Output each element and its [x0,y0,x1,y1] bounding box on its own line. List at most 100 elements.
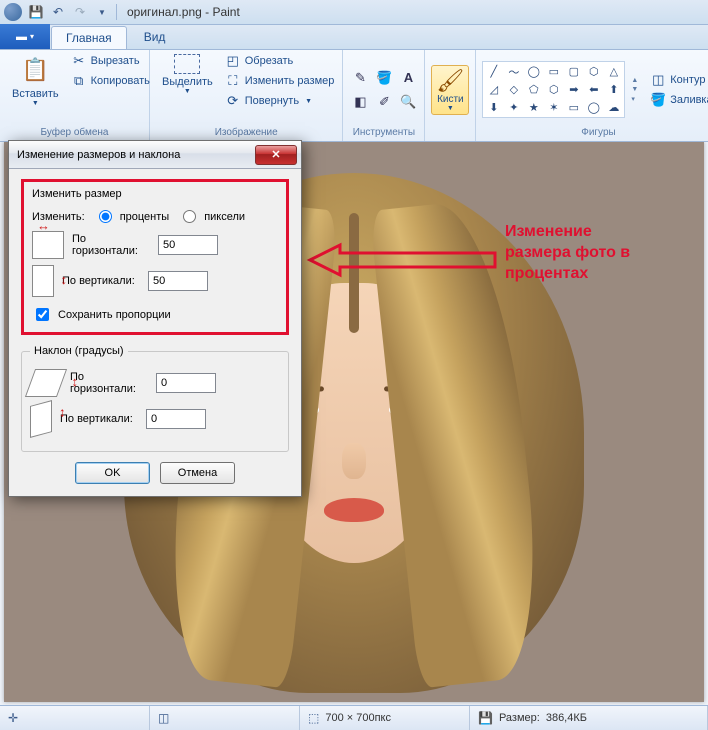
copy-button[interactable]: ⧉ Копировать [69,72,152,90]
resize-button[interactable]: ⛶ Изменить размер [223,72,337,90]
dialog-title: Изменение размеров и наклона [17,149,180,161]
skew-legend: Наклон (градусы) [30,345,128,357]
paste-label: Вставить [12,88,59,100]
group-image: Выделить ▼ ◰Обрезать ⛶ Изменить размер ⟳ П… [150,50,343,141]
brushes-button[interactable]: 🖌 Кисти ▼ [431,65,469,115]
copy-icon: ⧉ [71,73,87,89]
outline-button[interactable]: ◫Контур [648,71,708,89]
shape-5star-icon[interactable]: ★ [524,99,543,116]
shape-rtri-icon[interactable]: ◿ [484,81,503,98]
group-tools: ✎ 🪣 A ◧ ✐ 🔍 Инструменты [343,50,425,141]
brush-icon: 🖌 [436,68,464,94]
paint-orb-icon[interactable] [4,3,22,21]
group-brushes: 🖌 Кисти ▼ [425,50,476,141]
shape-4star-icon[interactable]: ✦ [504,99,523,116]
shape-oval-icon[interactable]: ◯ [524,63,543,80]
zoom-tool-icon[interactable]: 🔍 [397,91,419,113]
horizontal-label: По горизонтали: [72,233,150,257]
select-button[interactable]: Выделить ▼ [156,52,219,97]
filesize-icon: 💾 [478,711,493,725]
shape-callout-rect-icon[interactable]: ▭ [564,99,583,116]
shape-hex-icon[interactable]: ⬡ [544,81,563,98]
group-tools-label: Инструменты [349,127,418,139]
shape-uarrow-icon[interactable]: ⬆ [604,81,623,98]
keep-aspect-checkbox[interactable] [36,308,49,321]
crop-button[interactable]: ◰Обрезать [223,52,337,70]
shape-rect-icon[interactable]: ▭ [544,63,563,80]
tab-home[interactable]: Главная [51,26,127,49]
skew-horizontal-label: По горизонтали: [70,371,148,395]
vertical-label: По вертикали: [62,275,140,287]
group-image-label: Изображение [156,127,336,139]
skew-horizontal-input[interactable] [156,373,216,393]
resize-label: Изменить размер [245,75,335,87]
paste-button[interactable]: 📋 Вставить ▼ [6,52,65,109]
crop-icon: ◰ [225,53,241,69]
tab-view[interactable]: Вид [129,25,181,49]
undo-icon[interactable]: ↶ [48,2,68,22]
fill-button[interactable]: 🪣Заливка [648,91,708,109]
redo-icon[interactable]: ↷ [70,2,90,22]
shape-tri-icon[interactable]: △ [604,63,623,80]
qat-dropdown-icon[interactable]: ▼ [92,2,112,22]
canvas-dims: 700 × 700пкс [325,712,391,724]
shape-roundrect-icon[interactable]: ▢ [564,63,583,80]
picker-tool-icon[interactable]: ✐ [373,91,395,113]
resize-icon: ⛶ [225,73,241,89]
annotation-highlight-box: Изменить размер Изменить: проценты пиксе… [21,179,289,335]
cancel-button[interactable]: Отмена [160,462,235,484]
pixels-radio[interactable] [183,210,196,223]
fill-tool-icon[interactable]: 🪣 [373,67,395,89]
shape-darrow-icon[interactable]: ⬇ [484,99,503,116]
annotation-line1: Изменение [505,222,630,243]
shape-poly-icon[interactable]: ⬡ [584,63,603,80]
skew-vertical-input[interactable] [146,409,206,429]
eraser-tool-icon[interactable]: ◧ [349,91,371,113]
cut-icon: ✂ [71,53,87,69]
shape-line-icon[interactable]: ╱ [484,63,503,80]
pixels-label[interactable]: пиксели [204,211,245,223]
shape-6star-icon[interactable]: ✶ [544,99,563,116]
shape-diamond-icon[interactable]: ◇ [504,81,523,98]
vertical-skew-icon: ↕ [30,400,52,438]
cut-button[interactable]: ✂ Вырезать [69,52,152,70]
group-clipboard-label: Буфер обмена [6,127,143,139]
shape-cloud-icon[interactable]: ☁ [604,99,623,116]
text-tool-icon[interactable]: A [397,67,419,89]
select-label: Выделить [162,76,213,88]
annotation-text: Изменение размера фото в процентах [505,222,630,284]
skew-fieldset: Наклон (градусы) ↕ По горизонтали: ↕ По … [21,345,289,452]
ok-button[interactable]: OK [75,462,150,484]
shape-curve-icon[interactable]: 〜 [504,63,523,80]
shapes-scroll-up-icon[interactable]: ▲ [631,77,638,84]
shapes-scroll-down-icon[interactable]: ▼ [631,86,638,93]
percent-radio[interactable] [99,210,112,223]
vertical-input[interactable] [148,271,208,291]
annotation-line2: размера фото в [505,243,630,264]
shape-pent-icon[interactable]: ⬠ [524,81,543,98]
rotate-label: Повернуть [245,95,299,107]
rotate-button[interactable]: ⟳ Повернуть ▼ [223,92,337,110]
save-icon[interactable]: 💾 [26,2,46,22]
rotate-icon: ⟳ [225,93,241,109]
dialog-titlebar[interactable]: Изменение размеров и наклона ✕ [9,141,301,169]
chevron-down-icon: ▼ [305,98,312,105]
shape-callout-oval-icon[interactable]: ◯ [584,99,603,116]
cut-label: Вырезать [91,55,140,67]
shapes-expand-icon[interactable]: ▾ [631,95,638,103]
keep-aspect-label[interactable]: Сохранить пропорции [58,309,171,321]
pencil-tool-icon[interactable]: ✎ [349,67,371,89]
resize-fieldset: Изменить размер Изменить: проценты пиксе… [32,188,278,324]
shapes-gallery[interactable]: ╱〜◯▭▢⬡△ ◿◇⬠⬡➡⬅⬆ ⬇✦★✶▭◯☁ [482,61,625,118]
shape-larrow-icon[interactable]: ⬅ [584,81,603,98]
copy-label: Копировать [91,75,150,87]
percent-label[interactable]: проценты [120,211,170,223]
canvas-size-icon: ⬚ [308,711,319,725]
dialog-close-button[interactable]: ✕ [255,145,297,165]
filesize-label: Размер: [499,712,540,724]
resize-skew-dialog: Изменение размеров и наклона ✕ Изменить … [8,140,302,497]
file-menu-button[interactable]: ▬ ▾ [0,24,50,49]
horizontal-input[interactable] [158,235,218,255]
paste-icon: 📋 [19,54,51,86]
shape-rarrow-icon[interactable]: ➡ [564,81,583,98]
